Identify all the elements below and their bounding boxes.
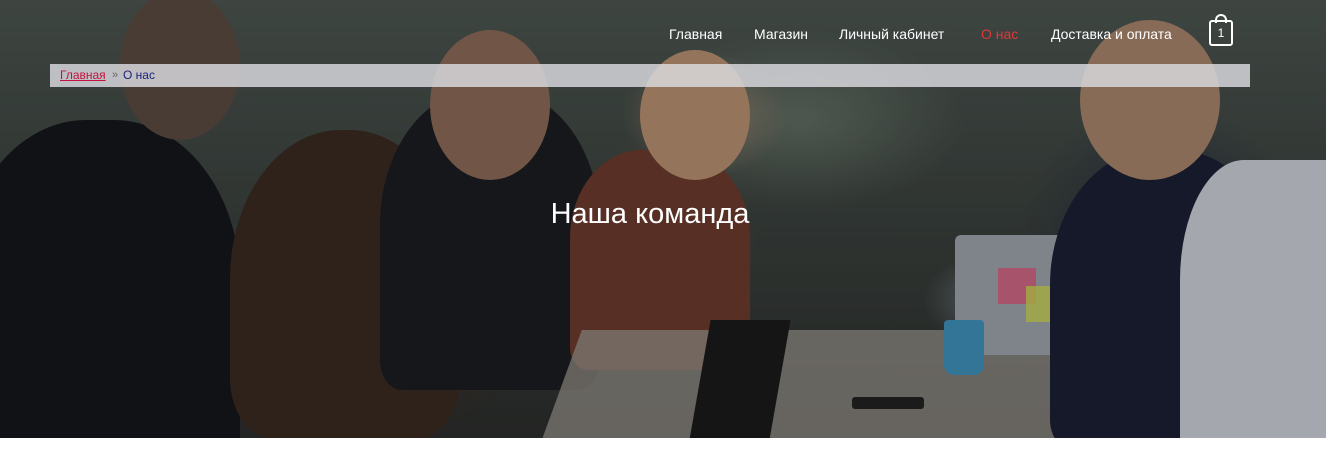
shopping-bag-icon bbox=[1215, 14, 1227, 23]
cart-button[interactable]: 1 bbox=[1209, 14, 1233, 46]
nav-item-delivery[interactable]: Доставка и оплата bbox=[1051, 25, 1172, 43]
nav-item-home[interactable]: Главная bbox=[669, 25, 722, 43]
page-title: Наша команда bbox=[550, 198, 750, 230]
breadcrumb-current: О нас bbox=[123, 68, 155, 82]
breadcrumb: Главная » О нас bbox=[50, 64, 1250, 87]
breadcrumb-separator: » bbox=[112, 69, 119, 81]
main-nav: Главная Магазин Личный кабинет О нас Дос… bbox=[0, 25, 1326, 47]
nav-item-about[interactable]: О нас bbox=[981, 25, 1018, 43]
cart-count-badge: 1 bbox=[1217, 26, 1225, 40]
breadcrumb-home-link[interactable]: Главная bbox=[60, 64, 106, 87]
nav-item-shop[interactable]: Магазин bbox=[754, 25, 808, 43]
nav-item-account[interactable]: Личный кабинет bbox=[839, 25, 944, 43]
